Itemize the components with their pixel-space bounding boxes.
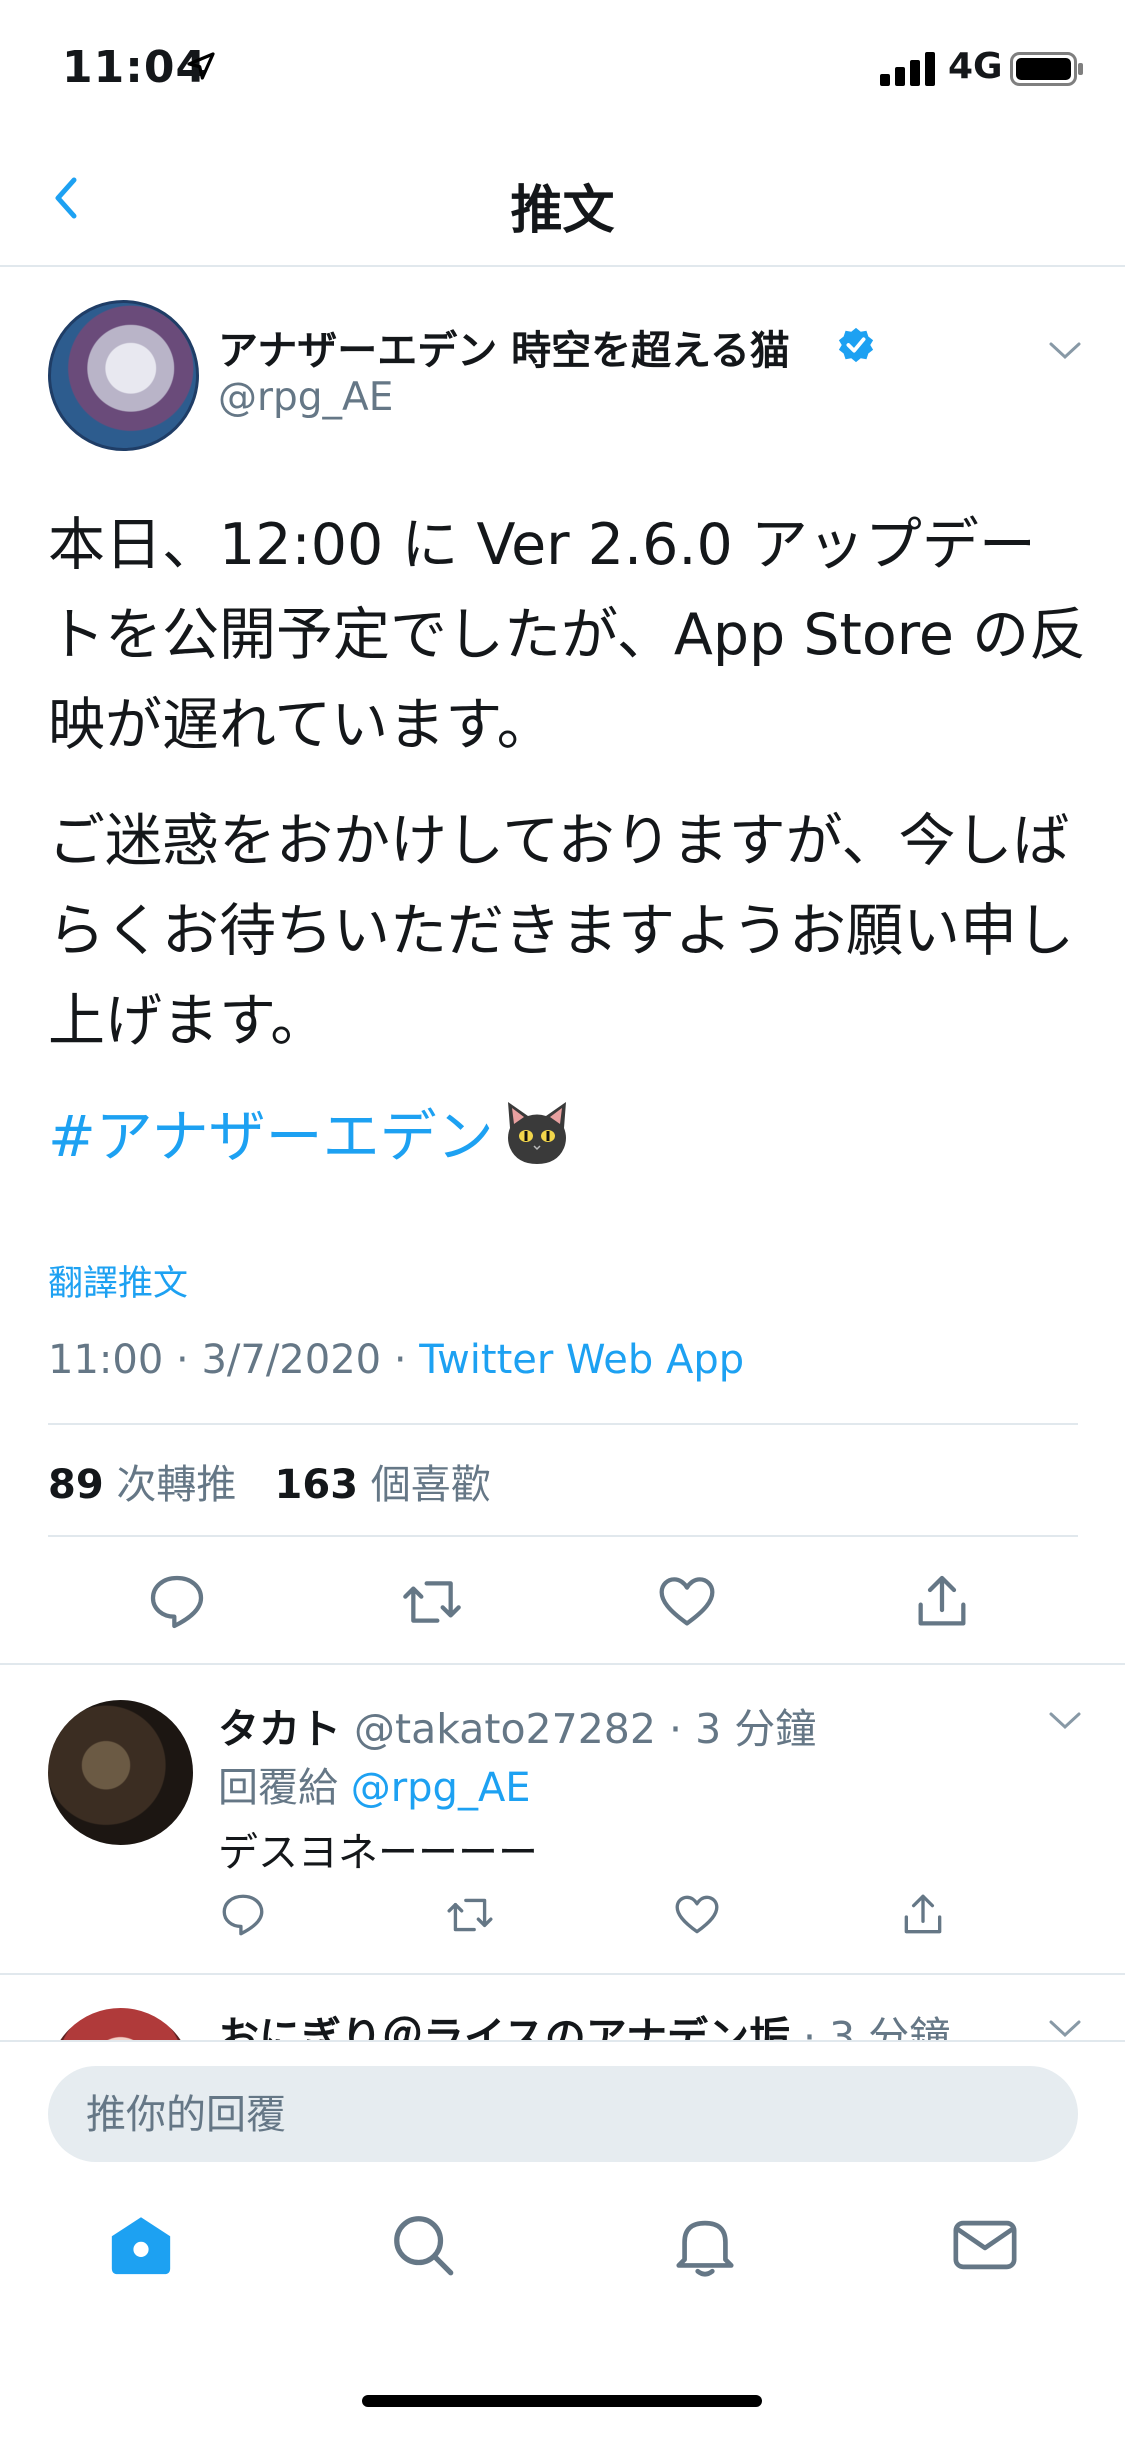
reply-text: デスヨネーーーー [218,1830,538,1876]
retweet-icon[interactable] [400,1570,464,1634]
reply-header: タカト @takato27282 · 3 分鐘 [218,1705,817,1753]
like-icon[interactable] [672,1890,722,1940]
reply-input[interactable] [84,2066,988,2164]
reply-author-handle[interactable]: @takato27282 [354,1705,656,1753]
divider [48,1535,1078,1537]
search-icon[interactable] [388,2210,458,2280]
tweet-time: 11:00 [48,1337,164,1383]
retweet-count-label[interactable]: 次轉推 [116,1462,236,1508]
like-icon[interactable] [655,1570,719,1634]
reply-author-name[interactable]: タカト [218,1705,341,1753]
like-count-label[interactable]: 個喜歡 [371,1462,491,1508]
verified-badge-icon [838,327,874,363]
chevron-down-icon[interactable] [1045,1700,1085,1740]
status-bar: 11:04 4G [0,0,1125,130]
reply-to-handle-link[interactable]: @rpg_AE [351,1765,531,1811]
avatar[interactable] [48,1700,193,1845]
hashtag-link[interactable]: #アナザーエデン [48,1104,494,1170]
reply-to-line: 回覆給 @rpg_AE [218,1755,531,1813]
share-icon[interactable] [898,1890,948,1940]
battery-icon [1010,52,1083,86]
reply-icon[interactable] [218,1890,268,1940]
home-indicator[interactable] [362,2395,762,2407]
mail-icon[interactable] [950,2210,1020,2280]
author-name[interactable]: アナザーエデン 時空を超える猫 [218,318,790,376]
black-cat-emoji-icon [507,1102,566,1164]
nav-bar: 推文 [0,130,1125,267]
home-icon[interactable] [106,2210,176,2280]
page-title: 推文 [510,181,615,241]
chevron-down-icon[interactable] [1045,330,1085,370]
translate-tweet-link[interactable]: 翻譯推文 [48,1255,188,1306]
share-icon[interactable] [910,1570,974,1634]
like-count[interactable]: 163 [275,1462,359,1508]
retweet-icon[interactable] [445,1890,495,1940]
tweet-date: 3/7/2020 [201,1337,382,1383]
tweet-text: 本日、12:00 に Ver 2.6.0 アップデートを公開予定でしたが、App… [48,500,1088,1208]
location-arrow-icon [187,52,215,80]
tweet-source-link[interactable]: Twitter Web App [419,1337,744,1383]
tweet-meta: 11:00 · 3/7/2020 · Twitter Web App [48,1337,745,1383]
author-handle[interactable]: @rpg_AE [218,375,393,420]
bell-icon[interactable] [670,2210,740,2280]
reply-time: 3 分鐘 [695,1705,817,1753]
divider [0,1973,1125,1975]
network-type: 4G [948,46,1003,87]
tab-bar [0,2210,1125,2320]
tweet-actions [0,1560,1125,1650]
engagement-counts: 89 次轉推 163 個喜歡 [48,1452,491,1510]
reply-to-label: 回覆給 [218,1765,338,1811]
divider [48,1423,1078,1425]
divider [0,1663,1125,1665]
tweet-paragraph: 本日、12:00 に Ver 2.6.0 アップデートを公開予定でしたが、App… [48,512,1087,758]
tweet-hashtag-line: #アナザーエデン [48,1092,1088,1182]
reply-icon[interactable] [145,1570,209,1634]
reply-compose-box[interactable] [48,2066,1078,2164]
tweet-paragraph: ご迷惑をおかけしておりますが、今しばらくお待ちいただきますようお願い申し上げます… [48,808,1074,1054]
author-avatar[interactable] [48,300,199,451]
reply-actions [0,1890,1125,1960]
retweet-count[interactable]: 89 [48,1462,104,1508]
signal-icon [880,52,935,86]
